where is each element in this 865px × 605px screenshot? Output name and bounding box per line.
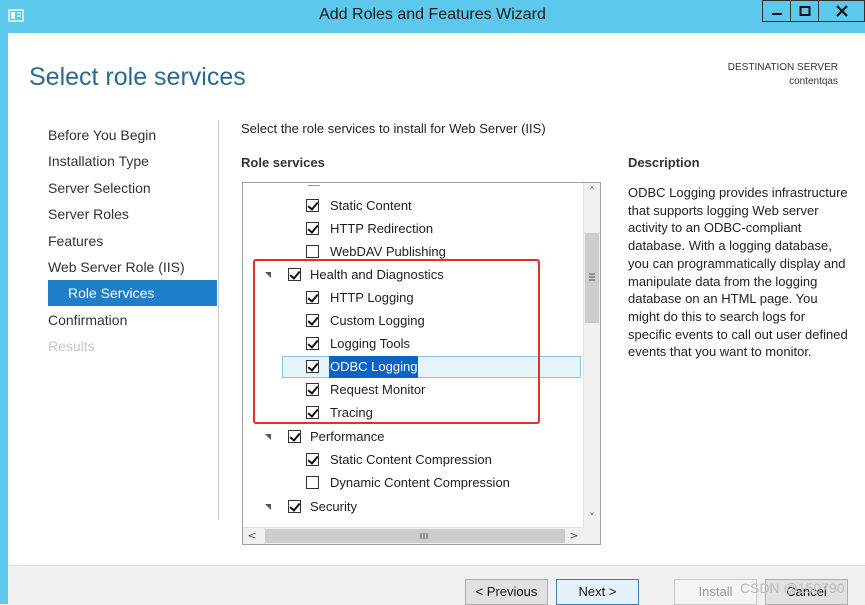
scroll-left-icon[interactable]: < bbox=[244, 528, 260, 544]
nav-server-roles[interactable]: Server Roles bbox=[48, 201, 217, 227]
checkbox[interactable] bbox=[306, 453, 319, 466]
instruction-text: Select the role services to install for … bbox=[241, 121, 546, 136]
scroll-up-icon[interactable]: ˄ bbox=[584, 184, 600, 200]
checkbox[interactable] bbox=[306, 222, 319, 235]
tree-item-label: Performance bbox=[310, 429, 385, 444]
description-text: ODBC Logging provides infrastructure tha… bbox=[628, 185, 848, 360]
horizontal-scroll-thumb[interactable] bbox=[265, 529, 565, 543]
tree-item-label: Security bbox=[310, 499, 357, 514]
window-title: Add Roles and Features Wizard bbox=[319, 6, 546, 23]
close-button[interactable] bbox=[818, 0, 865, 22]
title-bar: Add Roles and Features Wizard bbox=[0, 0, 865, 33]
scroll-right-icon[interactable]: > bbox=[566, 528, 582, 544]
maximize-button[interactable] bbox=[790, 0, 819, 22]
nav-web-server-role[interactable]: Web Server Role (IIS) bbox=[48, 254, 217, 280]
checkbox[interactable] bbox=[306, 199, 319, 212]
previous-button[interactable]: < Previous bbox=[465, 579, 548, 605]
nav-server-selection[interactable]: Server Selection bbox=[48, 175, 217, 201]
grip-icon bbox=[420, 533, 428, 539]
minimize-icon bbox=[771, 13, 782, 15]
checkbox[interactable] bbox=[288, 430, 301, 443]
expand-collapse-icon[interactable] bbox=[265, 434, 271, 440]
nav-confirmation[interactable]: Confirmation bbox=[48, 307, 217, 333]
destination-server-name: contentqas bbox=[789, 76, 838, 87]
horizontal-scrollbar[interactable]: < > bbox=[243, 527, 583, 544]
role-services-header: Role services bbox=[241, 155, 325, 170]
checkbox[interactable] bbox=[306, 245, 319, 258]
scroll-down-icon[interactable]: ˅ bbox=[584, 510, 600, 526]
nav-before-you-begin[interactable]: Before You Begin bbox=[48, 122, 217, 148]
vertical-scroll-thumb[interactable] bbox=[585, 233, 599, 323]
watermark: CSDN @150790 bbox=[740, 580, 845, 596]
tree-item-label: Static Content Compression bbox=[330, 452, 492, 467]
grip-icon bbox=[589, 273, 595, 281]
expand-collapse-icon[interactable] bbox=[265, 504, 271, 510]
highlight-annotation-box bbox=[253, 259, 540, 424]
vertical-scrollbar[interactable]: ˄ ˅ bbox=[583, 183, 600, 527]
tree-item-label: Static Content bbox=[330, 198, 412, 213]
destination-server-label: DESTINATION SERVER bbox=[727, 62, 838, 73]
clipped-row-edge bbox=[308, 185, 320, 186]
window-frame-left bbox=[0, 33, 8, 604]
minimize-button[interactable] bbox=[762, 0, 791, 22]
next-button[interactable]: Next > bbox=[556, 579, 639, 605]
description-header: Description bbox=[628, 155, 700, 170]
scrollbar-corner bbox=[583, 527, 600, 544]
nav-features[interactable]: Features bbox=[48, 228, 217, 254]
nav-role-services[interactable]: Role Services bbox=[48, 280, 217, 306]
close-icon bbox=[835, 5, 848, 17]
page-title: Select role services bbox=[29, 63, 246, 91]
checkbox[interactable] bbox=[306, 476, 319, 489]
tree-item-label: Dynamic Content Compression bbox=[330, 475, 510, 490]
maximize-icon bbox=[799, 6, 810, 16]
checkbox[interactable] bbox=[288, 500, 301, 513]
nav-divider bbox=[218, 120, 219, 520]
nav-installation-type[interactable]: Installation Type bbox=[48, 148, 217, 174]
nav-results: Results bbox=[48, 338, 95, 354]
tree-item-label: HTTP Redirection bbox=[330, 221, 434, 236]
